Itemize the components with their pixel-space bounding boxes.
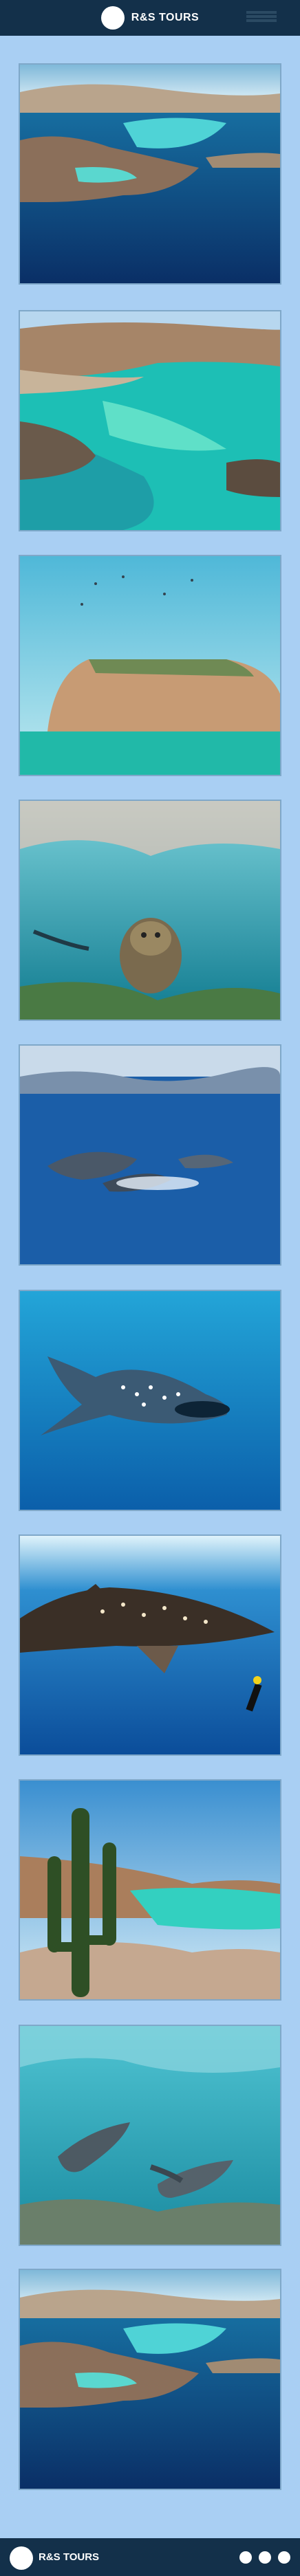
menu-icon[interactable]	[246, 10, 277, 26]
photo-two-sea-lions[interactable]	[19, 2025, 281, 2246]
photo-aerial-bay[interactable]	[19, 63, 281, 285]
rock-island-image	[20, 556, 280, 775]
photo-sea-lion[interactable]	[19, 800, 281, 1021]
photo-whale-shark-diver[interactable]	[19, 1534, 281, 1756]
sea-lion-image	[20, 801, 280, 1020]
photo-whale-shark[interactable]	[19, 1290, 281, 1511]
aerial-bay-image	[20, 65, 280, 283]
photo-turquoise-lagoon[interactable]	[19, 310, 281, 531]
bottom-bar: R&S TOURS	[0, 2538, 300, 2576]
top-nav-bar: R&S TOURS	[0, 0, 300, 36]
photo-cactus-beach[interactable]	[19, 1779, 281, 2001]
social-icons	[239, 2551, 290, 2564]
brand-name: R&S TOURS	[131, 12, 200, 23]
photo-rock-island[interactable]	[19, 555, 281, 776]
logo-icon	[100, 6, 125, 30]
social-icon-1[interactable]	[239, 2551, 252, 2564]
aerial-bay-image-2	[20, 2270, 280, 2489]
two-sea-lions-image	[20, 2026, 280, 2245]
cactus-image	[20, 1781, 280, 1999]
footer-logo-icon[interactable]	[10, 2546, 33, 2570]
footer-brand-name: R&S TOURS	[39, 2551, 100, 2563]
brand[interactable]: R&S TOURS	[100, 6, 200, 30]
social-icon-2[interactable]	[259, 2551, 271, 2564]
lagoon-image	[20, 311, 280, 530]
dolphins-image	[20, 1046, 280, 1264]
social-icon-3[interactable]	[278, 2551, 290, 2564]
whale-shark-diver-image	[20, 1536, 280, 1754]
photo-aerial-bay-2[interactable]	[19, 2269, 281, 2490]
whale-shark-image	[20, 1291, 280, 1510]
photo-dolphins[interactable]	[19, 1044, 281, 1266]
